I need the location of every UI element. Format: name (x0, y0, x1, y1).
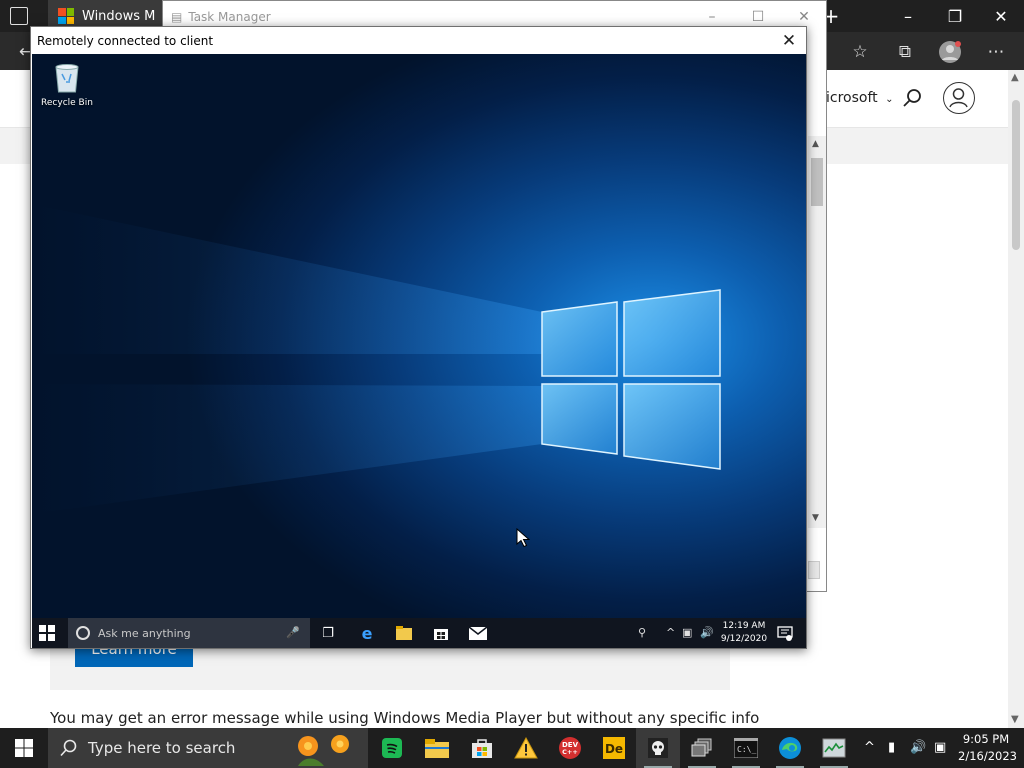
host-taskbar: Type here to search DEVC++ De C:\_ ^ ▮ � (0, 728, 1024, 768)
remote-date: 9/12/2020 (720, 634, 768, 644)
dev-cpp-app-button[interactable]: DEV C++ (548, 728, 592, 768)
skull-icon (648, 738, 668, 758)
article-text: You may get an error message while using… (50, 709, 760, 727)
mail-icon[interactable] (468, 623, 488, 643)
host-search-box[interactable]: Type here to search (48, 728, 368, 768)
remote-window-title: Remotely connected to client (37, 33, 214, 48)
people-icon[interactable]: ⚲ (638, 626, 646, 639)
cortana-icon (76, 626, 90, 640)
favorites-icon[interactable]: ☆ (848, 40, 872, 64)
scrollbar-thumb[interactable] (1012, 100, 1020, 250)
stacked-windows-icon (691, 738, 712, 757)
browser-minimize-button[interactable]: – (885, 0, 931, 32)
remote-taskbar: Ask me anything 🎤 ❐ e ⚲ ^ ▣ 🔊 12:19 AM 9… (32, 618, 806, 648)
remote-close-button[interactable]: ✕ (772, 27, 806, 54)
edge-app-button[interactable] (768, 728, 812, 768)
profile-avatar[interactable] (938, 40, 962, 64)
search-highlight-flowers-icon (298, 735, 349, 766)
browser-tab-title: Windows M (82, 8, 156, 24)
microsoft-link-text: icrosoft (826, 90, 878, 106)
chevron-down-icon: ⌄ (885, 94, 894, 105)
edge-legacy-icon[interactable]: e (357, 623, 377, 643)
svg-text:C:\_: C:\_ (737, 745, 756, 754)
svg-text:C++: C++ (562, 748, 578, 756)
remote-time: 12:19 AM (722, 621, 766, 631)
task-manager-app-button[interactable] (812, 728, 856, 768)
settings-more-icon[interactable]: ⋯ (984, 40, 1008, 64)
microphone-icon[interactable]: 🎤 (286, 626, 300, 639)
file-explorer-app-button[interactable] (415, 728, 459, 768)
recycle-bin-shortcut[interactable]: Recycle Bin (38, 60, 96, 120)
windows-wallpaper-logo (32, 204, 721, 514)
remote-search-placeholder: Ask me anything (98, 626, 191, 640)
search-icon (60, 739, 77, 757)
scroll-down-icon[interactable]: ▼ (1011, 714, 1019, 725)
action-center-icon[interactable] (777, 625, 793, 641)
collections-icon[interactable]: ⧉ (893, 40, 917, 64)
microsoft-store-icon (472, 739, 492, 758)
host-time: 9:05 PM (962, 732, 1010, 746)
search-icon[interactable] (902, 88, 922, 108)
store-app-button[interactable] (460, 728, 504, 768)
browser-close-button[interactable]: ✕ (978, 0, 1024, 32)
show-hidden-icons-icon[interactable]: ^ (666, 626, 675, 639)
dev-cpp-icon: DEVC++ (559, 737, 581, 759)
scrollbar-thumb[interactable] (811, 158, 823, 206)
scroll-up-icon[interactable]: ▲ (812, 139, 819, 149)
microsoft-logo-icon (58, 8, 74, 24)
task-view-icon[interactable]: ❐ (318, 623, 338, 643)
folder-icon (425, 739, 449, 758)
multi-window-app-button[interactable] (680, 728, 724, 768)
host-clock[interactable]: 9:05 PM 2/16/2023 (958, 731, 1017, 765)
show-hidden-icons-icon[interactable]: ^ (864, 740, 875, 755)
tab-actions-icon[interactable] (10, 7, 28, 25)
page-scrollbar[interactable]: ▲ ▼ (1008, 70, 1024, 730)
microsoft-menu-link[interactable]: icrosoft ⌄ (826, 90, 893, 106)
network-icon[interactable]: ▣ (682, 626, 692, 639)
spotify-icon (382, 738, 402, 758)
task-manager-scrollbar[interactable]: ▲ ▼ (808, 136, 826, 528)
remote-desktop[interactable]: Recycle Bin Ask me anything 🎤 ❐ e ⚲ ^ ▣ … (32, 54, 806, 648)
remote-connection-window[interactable]: Remotely connected to client ✕ Recycle B… (30, 26, 807, 649)
battery-icon[interactable]: ▮ (888, 740, 895, 755)
mouse-cursor-icon (516, 528, 530, 548)
browser-restore-button[interactable]: ❐ (932, 0, 978, 32)
task-manager-title: Task Manager (188, 9, 271, 24)
warning-icon (514, 737, 538, 759)
host-search-placeholder: Type here to search (88, 739, 236, 757)
task-manager-icon: ▤ (171, 9, 183, 24)
task-manager-icon (822, 738, 846, 758)
svg-text:De: De (605, 742, 623, 756)
remote-search-box[interactable]: Ask me anything 🎤 (68, 618, 310, 648)
remote-window-titlebar[interactable]: Remotely connected to client (31, 27, 806, 54)
edge-icon (779, 737, 801, 759)
task-manager-footer-control[interactable] (808, 561, 820, 579)
remote-start-icon[interactable] (38, 624, 56, 642)
de-app-button[interactable]: De (592, 728, 636, 768)
spotify-app-button[interactable] (370, 728, 414, 768)
skull-app-button[interactable] (636, 728, 680, 768)
store-icon[interactable] (431, 623, 451, 643)
remote-clock[interactable]: 12:19 AM 9/12/2020 (718, 620, 770, 646)
de-app-icon: De (603, 737, 625, 759)
host-date: 2/16/2023 (958, 749, 1017, 763)
command-prompt-icon: C:\_ (734, 738, 758, 758)
sign-in-icon[interactable] (943, 82, 975, 114)
network-icon[interactable]: ▣ (934, 740, 946, 755)
warning-app-button[interactable] (504, 728, 548, 768)
start-icon[interactable] (15, 739, 33, 757)
recycle-bin-icon (55, 64, 79, 93)
volume-icon[interactable]: 🔊 (700, 626, 714, 639)
command-prompt-app-button[interactable]: C:\_ (724, 728, 768, 768)
file-explorer-icon[interactable] (394, 623, 414, 643)
recycle-bin-label: Recycle Bin (41, 98, 93, 108)
volume-icon[interactable]: 🔊 (910, 740, 926, 755)
scroll-up-icon[interactable]: ▲ (1011, 72, 1019, 83)
scroll-down-icon[interactable]: ▼ (812, 513, 819, 523)
